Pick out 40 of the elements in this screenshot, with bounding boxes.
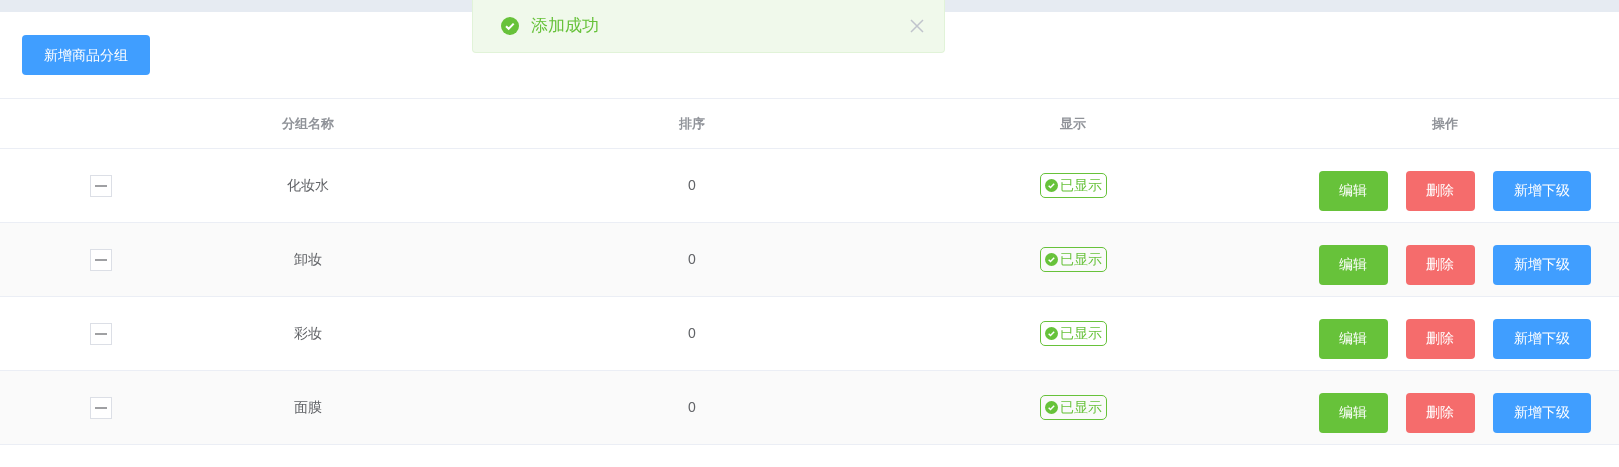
table-cell-text: 卸妆	[294, 250, 322, 269]
collapse-toggle-icon[interactable]	[90, 396, 112, 419]
delete-button[interactable]: 删除	[1405, 170, 1475, 211]
collapse-toggle-icon[interactable]	[90, 248, 112, 271]
check-circle-icon	[1044, 179, 1058, 192]
toast-text: 添加成功	[531, 15, 599, 38]
close-icon[interactable]	[910, 19, 924, 33]
check-circle-icon	[1044, 401, 1058, 414]
status-badge: 已显示	[1039, 173, 1107, 198]
add-child-button[interactable]: 新增下级	[1492, 244, 1591, 285]
table-cell-text: 化妆水	[287, 176, 329, 195]
add-child-button[interactable]: 新增下级	[1492, 170, 1591, 211]
check-circle-icon	[1044, 253, 1058, 266]
table-cell-text: 0	[688, 176, 696, 195]
table-cell-text: 0	[688, 324, 696, 343]
column-header: 分组名称	[282, 114, 334, 133]
collapse-toggle-icon[interactable]	[90, 174, 112, 197]
delete-button[interactable]: 删除	[1405, 318, 1475, 359]
check-circle-icon	[1044, 327, 1058, 340]
edit-button[interactable]: 编辑	[1318, 392, 1388, 433]
edit-button[interactable]: 编辑	[1318, 244, 1388, 285]
column-header: 显示	[1060, 114, 1086, 133]
delete-button[interactable]: 删除	[1405, 244, 1475, 285]
column-header: 排序	[679, 114, 705, 133]
delete-button[interactable]: 删除	[1405, 392, 1475, 433]
add-child-button[interactable]: 新增下级	[1492, 318, 1591, 359]
status-badge: 已显示	[1039, 395, 1107, 420]
edit-button[interactable]: 编辑	[1318, 318, 1388, 359]
add-group-button[interactable]: 新增商品分组	[22, 35, 150, 75]
table-cell-text: 0	[688, 398, 696, 417]
check-circle-icon	[501, 17, 519, 35]
edit-button[interactable]: 编辑	[1318, 170, 1388, 211]
table-cell-text: 面膜	[294, 398, 322, 417]
status-badge: 已显示	[1039, 321, 1107, 346]
collapse-toggle-icon[interactable]	[90, 322, 112, 345]
table-cell-text: 彩妆	[294, 324, 322, 343]
add-child-button[interactable]: 新增下级	[1492, 392, 1591, 433]
column-header: 操作	[1431, 114, 1458, 133]
status-badge: 已显示	[1039, 247, 1107, 272]
table-cell-text: 0	[688, 250, 696, 269]
